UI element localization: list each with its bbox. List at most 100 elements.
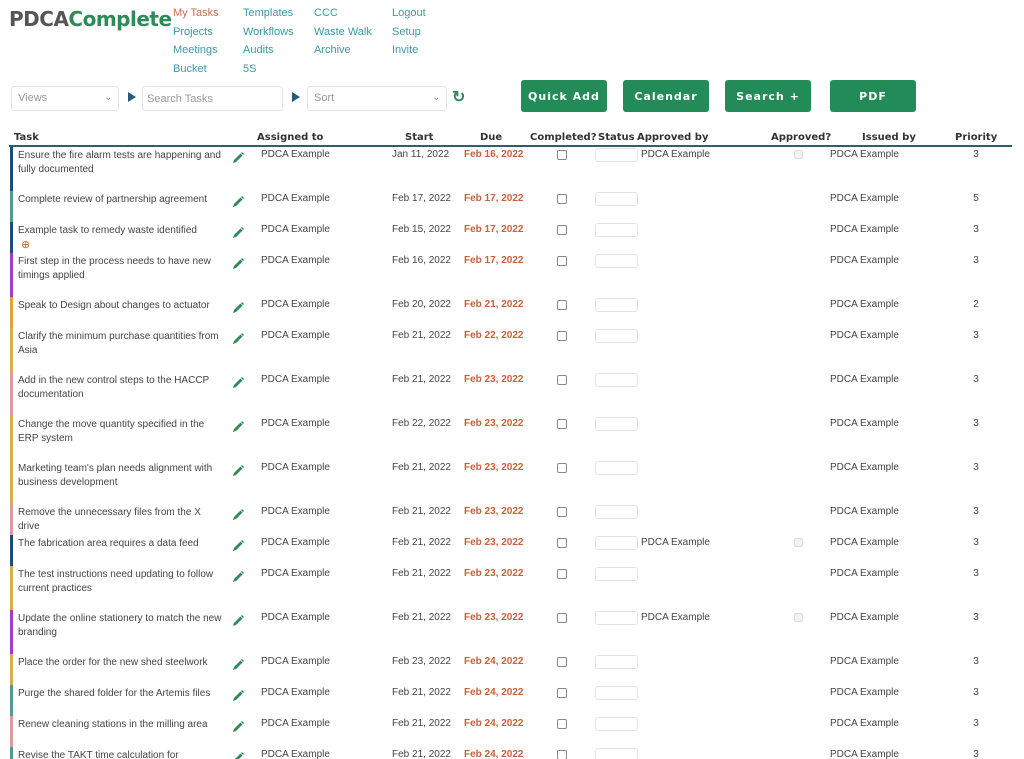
table-row[interactable]: Add in the new control steps to the HACC… [9, 372, 1012, 416]
nav-archive[interactable]: Archive [314, 41, 372, 60]
completed-checkbox[interactable] [557, 507, 567, 517]
task-title[interactable]: Example task to remedy waste identified [18, 225, 197, 236]
task-title[interactable]: The test instructions need updating to f… [18, 569, 213, 594]
task-title[interactable]: Clarify the minimum purchase quantities … [18, 331, 219, 356]
header-task[interactable]: Task [14, 132, 39, 143]
nav-waste-walk[interactable]: Waste Walk [314, 23, 372, 42]
table-row[interactable]: Change the move quantity specified in th… [9, 416, 1012, 460]
completed-checkbox[interactable] [557, 419, 567, 429]
task-cell[interactable]: Purge the shared folder for the Artemis … [18, 687, 223, 701]
completed-checkbox[interactable] [557, 538, 567, 548]
status-input[interactable] [595, 148, 638, 162]
edit-pencil-icon[interactable] [231, 570, 245, 584]
completed-checkbox[interactable] [557, 719, 567, 729]
table-row[interactable]: Place the order for the new shed steelwo… [9, 654, 1012, 685]
play-arrow-icon[interactable] [128, 92, 136, 102]
header-approved[interactable]: Approved? [771, 132, 831, 143]
status-input[interactable] [595, 748, 638, 759]
nav-bucket[interactable]: Bucket [173, 60, 219, 79]
edit-pencil-icon[interactable] [231, 508, 245, 522]
edit-pencil-icon[interactable] [231, 195, 245, 209]
nav-ccc[interactable]: CCC [314, 4, 372, 23]
approved-checkbox[interactable] [794, 538, 803, 547]
task-cell[interactable]: Ensure the fire alarm tests are happenin… [18, 149, 223, 177]
nav-workflows[interactable]: Workflows [243, 23, 294, 42]
completed-checkbox[interactable] [557, 331, 567, 341]
pdf-button[interactable]: PDF [830, 80, 916, 112]
table-row[interactable]: Remove the unnecessary files from the X … [9, 504, 1012, 535]
status-input[interactable] [595, 417, 638, 431]
task-title[interactable]: Place the order for the new shed steelwo… [18, 657, 208, 668]
header-assigned-to[interactable]: Assigned to [257, 132, 323, 143]
header-approved-by[interactable]: Approved by [637, 132, 708, 143]
edit-pencil-icon[interactable] [231, 464, 245, 478]
edit-pencil-icon[interactable] [231, 151, 245, 165]
task-title[interactable]: Marketing team's plan needs alignment wi… [18, 463, 212, 488]
edit-pencil-icon[interactable] [231, 301, 245, 315]
nav-setup[interactable]: Setup [392, 23, 426, 42]
brand-logo[interactable]: PDCAComplete [9, 7, 172, 31]
task-title[interactable]: Ensure the fire alarm tests are happenin… [18, 150, 221, 175]
status-input[interactable] [595, 373, 638, 387]
edit-pencil-icon[interactable] [231, 539, 245, 553]
nav-logout[interactable]: Logout [392, 4, 426, 23]
task-title[interactable]: The fabrication area requires a data fee… [18, 538, 199, 549]
task-title[interactable]: Purge the shared folder for the Artemis … [18, 688, 210, 699]
nav-invite[interactable]: Invite [392, 41, 426, 60]
task-cell[interactable]: Change the move quantity specified in th… [18, 418, 223, 446]
task-cell[interactable]: Renew cleaning stations in the milling a… [18, 718, 223, 732]
approved-checkbox[interactable] [794, 613, 803, 622]
table-row[interactable]: First step in the process needs to have … [9, 253, 1012, 297]
task-title[interactable]: Complete review of partnership agreement [18, 194, 207, 205]
add-subtask-icon[interactable]: ⊕ [21, 238, 223, 252]
completed-checkbox[interactable] [557, 256, 567, 266]
status-input[interactable] [595, 655, 638, 669]
table-row[interactable]: Complete review of partnership agreement… [9, 191, 1012, 222]
task-cell[interactable]: Complete review of partnership agreement [18, 193, 223, 207]
edit-pencil-icon[interactable] [231, 751, 245, 759]
edit-pencil-icon[interactable] [231, 376, 245, 390]
table-row[interactable]: Ensure the fire alarm tests are happenin… [9, 147, 1012, 191]
status-input[interactable] [595, 717, 638, 731]
header-status[interactable]: Status [598, 132, 635, 143]
task-cell[interactable]: Marketing team's plan needs alignment wi… [18, 462, 223, 490]
completed-checkbox[interactable] [557, 225, 567, 235]
table-row[interactable]: Update the online stationery to match th… [9, 610, 1012, 654]
edit-pencil-icon[interactable] [231, 720, 245, 734]
status-input[interactable] [595, 329, 638, 343]
edit-pencil-icon[interactable] [231, 257, 245, 271]
task-title[interactable]: Renew cleaning stations in the milling a… [18, 719, 208, 730]
completed-checkbox[interactable] [557, 750, 567, 759]
header-due[interactable]: Due [480, 132, 502, 143]
status-input[interactable] [595, 567, 638, 581]
task-cell[interactable]: Remove the unnecessary files from the X … [18, 506, 223, 534]
nav-my-tasks[interactable]: My Tasks [173, 4, 219, 23]
status-input[interactable] [595, 536, 638, 550]
status-input[interactable] [595, 686, 638, 700]
approved-checkbox[interactable] [794, 150, 803, 159]
table-row[interactable]: Marketing team's plan needs alignment wi… [9, 460, 1012, 504]
table-row[interactable]: Revise the TAKT time calculation for PDCA… [9, 747, 1012, 759]
completed-checkbox[interactable] [557, 463, 567, 473]
edit-pencil-icon[interactable] [231, 226, 245, 240]
calendar-button[interactable]: Calendar [623, 80, 709, 112]
task-cell[interactable]: The fabrication area requires a data fee… [18, 537, 223, 551]
header-start[interactable]: Start [405, 132, 433, 143]
nav-templates[interactable]: Templates [243, 4, 294, 23]
completed-checkbox[interactable] [557, 569, 567, 579]
table-row[interactable]: Speak to Design about changes to actuato… [9, 297, 1012, 328]
status-input[interactable] [595, 254, 638, 268]
completed-checkbox[interactable] [557, 194, 567, 204]
completed-checkbox[interactable] [557, 150, 567, 160]
task-title[interactable]: Speak to Design about changes to actuato… [18, 300, 210, 311]
play-arrow-icon[interactable] [292, 92, 300, 102]
task-cell[interactable]: Add in the new control steps to the HACC… [18, 374, 223, 402]
nav-projects[interactable]: Projects [173, 23, 219, 42]
status-input[interactable] [595, 611, 638, 625]
task-title[interactable]: Change the move quantity specified in th… [18, 419, 204, 444]
completed-checkbox[interactable] [557, 688, 567, 698]
task-title[interactable]: Add in the new control steps to the HACC… [18, 375, 209, 400]
task-cell[interactable]: The test instructions need updating to f… [18, 568, 223, 596]
edit-pencil-icon[interactable] [231, 658, 245, 672]
status-input[interactable] [595, 298, 638, 312]
